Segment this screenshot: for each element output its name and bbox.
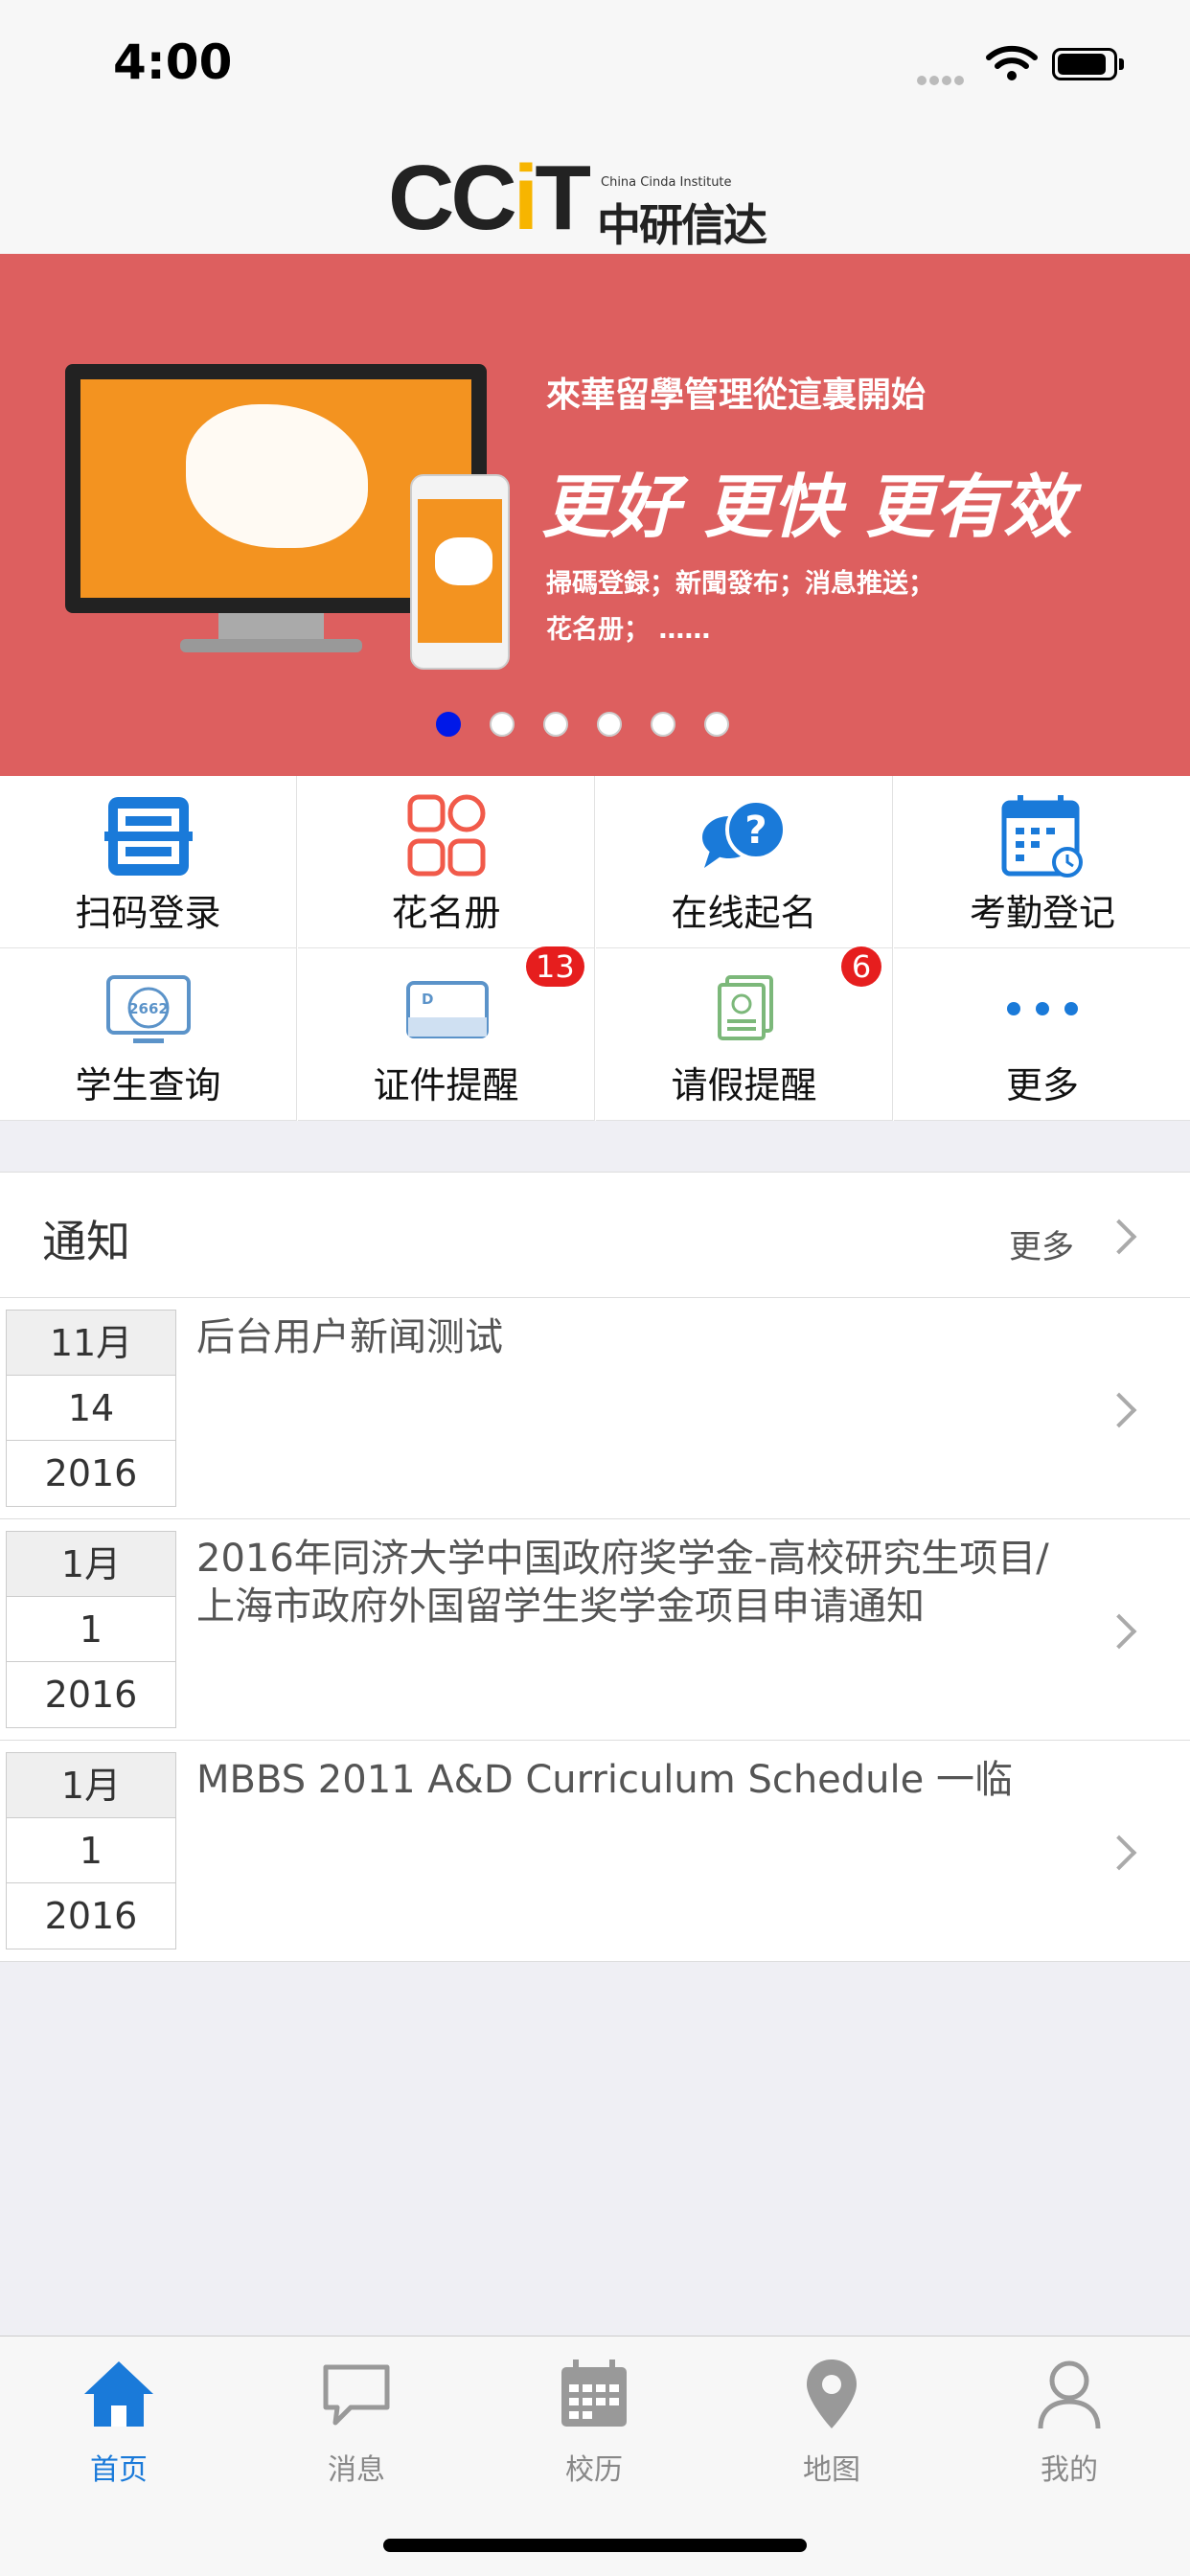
grid-item-more[interactable]: 更多 bbox=[894, 948, 1190, 1121]
home-indicator[interactable] bbox=[383, 2539, 807, 2552]
student-search-icon: 2662 bbox=[101, 966, 196, 1052]
svg-text:2662: 2662 bbox=[128, 1000, 169, 1017]
tab-label: 首页 bbox=[90, 2453, 148, 2487]
banner-feature-line: 花名册； …… bbox=[546, 615, 711, 645]
grid-item-label: 更多 bbox=[1005, 1064, 1079, 1106]
phone-illustration bbox=[410, 474, 510, 670]
page-dot[interactable] bbox=[597, 712, 622, 737]
notice-section-header: 通知 更多 bbox=[0, 1172, 1190, 1298]
grid-item-scan-login[interactable]: 扫码登录 bbox=[0, 776, 297, 948]
date-month: 11月 bbox=[7, 1311, 175, 1376]
page-indicator[interactable] bbox=[436, 712, 758, 741]
date-day: 1 bbox=[7, 1597, 175, 1662]
notification-badge: 6 bbox=[841, 946, 881, 987]
status-bar: 4:00 bbox=[0, 0, 1190, 129]
grid-item-leave-reminder[interactable]: 6 请假提醒 bbox=[596, 946, 893, 1121]
date-year: 2016 bbox=[44, 1895, 138, 1937]
tab-label: 消息 bbox=[328, 2453, 385, 2487]
notification-badge: 13 bbox=[526, 946, 584, 987]
tab-messages[interactable]: 消息 bbox=[238, 2356, 475, 2488]
grid-item-label: 花名册 bbox=[391, 892, 501, 934]
battery-icon bbox=[1052, 48, 1124, 80]
logo-letters: CCiT bbox=[388, 147, 591, 249]
notice-more-link[interactable]: 更多 bbox=[1009, 1220, 1074, 1267]
leave-note-icon bbox=[697, 966, 792, 1052]
page-dot[interactable] bbox=[704, 712, 729, 737]
message-icon bbox=[318, 2356, 395, 2432]
chevron-right-icon bbox=[1101, 1613, 1137, 1650]
svg-text:?: ? bbox=[744, 809, 767, 853]
grid-item-label: 扫码登录 bbox=[75, 892, 221, 934]
china-map-icon bbox=[186, 404, 368, 548]
page-dot[interactable] bbox=[651, 712, 675, 737]
function-grid: 扫码登录 花名册 ? 在线起名 考勤登记 2662 学生查询 D 13 证件提醒… bbox=[0, 776, 1190, 1121]
page-dot[interactable] bbox=[490, 712, 515, 737]
grid-item-roster[interactable]: 花名册 bbox=[298, 776, 595, 948]
question-chat-icon: ? bbox=[697, 793, 792, 879]
date-month: 1月 bbox=[7, 1753, 175, 1818]
tab-home[interactable]: 首页 bbox=[0, 2356, 238, 2488]
notice-row-title: 后台用户新闻测试 bbox=[196, 1315, 503, 1359]
logo-english: China Cinda Institute bbox=[601, 175, 732, 190]
notice-title: 通知 bbox=[42, 1216, 130, 1267]
grid-item-label: 学生查询 bbox=[75, 1064, 221, 1106]
grid-item-attendance[interactable]: 考勤登记 bbox=[894, 776, 1190, 948]
notice-row[interactable]: 1月 1 2016 2016年同济大学中国政府奖学金-高校研究生项目/ 上海市政… bbox=[0, 1519, 1190, 1741]
page-dot[interactable] bbox=[543, 712, 568, 737]
date-year: 2016 bbox=[44, 1674, 138, 1716]
tab-profile[interactable]: 我的 bbox=[950, 2356, 1188, 2488]
chevron-right-icon[interactable] bbox=[1101, 1219, 1137, 1255]
date-box: 1月 1 2016 bbox=[6, 1752, 176, 1949]
date-month: 1月 bbox=[7, 1532, 175, 1597]
page-dot[interactable] bbox=[436, 712, 461, 737]
scan-icon bbox=[101, 793, 196, 879]
grid-item-label: 考勤登记 bbox=[969, 892, 1115, 934]
user-icon bbox=[1031, 2356, 1108, 2432]
banner-title: 來華留學管理從這裏開始 bbox=[546, 376, 927, 415]
date-day: 1 bbox=[7, 1818, 175, 1883]
notice-row-title: 2016年同济大学中国政府奖学金-高校研究生项目/ 上海市政府外国留学生奖学金项… bbox=[196, 1537, 1049, 1629]
home-icon bbox=[80, 2356, 157, 2432]
svg-text:D: D bbox=[422, 991, 433, 1008]
more-dots-icon bbox=[995, 966, 1090, 1052]
grid-item-label: 请假提醒 bbox=[671, 1064, 817, 1106]
promo-banner[interactable]: 來華留學管理從這裏開始 更好 更快 更有效 掃碼登録；新聞發布；消息推送； 花名… bbox=[0, 254, 1190, 776]
grid-item-online-naming[interactable]: ? 在线起名 bbox=[596, 776, 893, 948]
calendar-clock-icon bbox=[995, 793, 1090, 879]
date-box: 1月 1 2016 bbox=[6, 1531, 176, 1728]
chevron-right-icon bbox=[1101, 1835, 1137, 1871]
tab-school-calendar[interactable]: 校历 bbox=[475, 2356, 713, 2488]
app-header: CCiT China Cinda Institute 中研信达 bbox=[0, 129, 1190, 255]
grid-item-id-reminder[interactable]: D 13 证件提醒 bbox=[298, 946, 595, 1121]
date-day: 14 bbox=[7, 1376, 175, 1441]
tab-label: 地图 bbox=[803, 2453, 860, 2487]
chevron-right-icon bbox=[1101, 1392, 1137, 1428]
tab-label: 校历 bbox=[565, 2453, 623, 2487]
tab-map[interactable]: 地图 bbox=[713, 2356, 950, 2488]
banner-slogan: 更好 更快 更有效 bbox=[541, 467, 1073, 547]
grid-item-label: 在线起名 bbox=[671, 892, 817, 934]
status-time: 4:00 bbox=[113, 34, 233, 90]
tab-label: 我的 bbox=[1041, 2453, 1098, 2487]
notice-row[interactable]: 1月 1 2016 MBBS 2011 A&D Curriculum Sched… bbox=[0, 1741, 1190, 1962]
date-box: 11月 14 2016 bbox=[6, 1310, 176, 1507]
cellular-signal-icon bbox=[917, 71, 967, 89]
logo-chinese: 中研信达 bbox=[597, 199, 767, 251]
calendar-icon bbox=[556, 2356, 632, 2432]
date-year: 2016 bbox=[44, 1452, 138, 1494]
notice-row-title: MBBS 2011 A&D Curriculum Schedule 一临 bbox=[196, 1758, 1013, 1802]
wifi-icon bbox=[985, 44, 1039, 86]
grid-item-label: 证件提醒 bbox=[373, 1064, 519, 1106]
banner-feature-line: 掃碼登録；新聞發布；消息推送； bbox=[546, 569, 934, 599]
grid-icon bbox=[399, 793, 494, 879]
notice-row[interactable]: 11月 14 2016 后台用户新闻测试 bbox=[0, 1298, 1190, 1519]
map-pin-icon bbox=[793, 2356, 870, 2432]
id-card-icon: D bbox=[399, 966, 494, 1052]
grid-item-student-search[interactable]: 2662 学生查询 bbox=[0, 948, 297, 1121]
